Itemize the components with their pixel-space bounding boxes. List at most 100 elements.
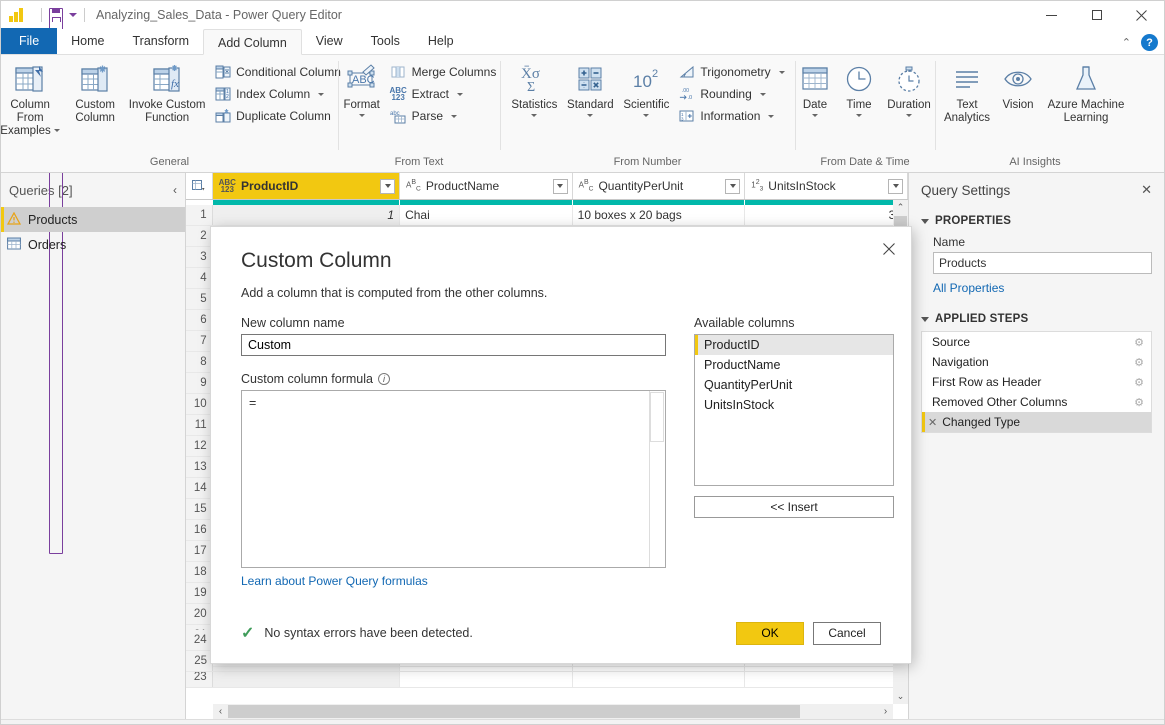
chevron-down-icon[interactable] xyxy=(451,115,457,118)
available-column-unitsinstock[interactable]: UnitsInStock xyxy=(695,395,893,415)
statistics-button[interactable]: X̄σΣ Statistics xyxy=(506,59,562,120)
chevron-down-icon[interactable] xyxy=(457,93,463,96)
format-button[interactable]: ABC Format xyxy=(338,59,386,120)
delete-step-icon[interactable]: ✕ xyxy=(928,416,937,429)
formula-scroll-thumb[interactable] xyxy=(650,392,664,442)
applied-step-changed-type[interactable]: ✕ Changed Type xyxy=(922,412,1151,432)
tab-view[interactable]: View xyxy=(302,28,357,54)
chevron-down-icon[interactable] xyxy=(779,71,785,74)
query-item-products[interactable]: Products xyxy=(1,207,185,232)
chevron-down-icon[interactable] xyxy=(531,114,537,117)
column-from-examples-button[interactable]: Column FromExamples xyxy=(0,59,66,141)
cell-productid[interactable]: 1 xyxy=(213,205,400,225)
duration-button[interactable]: Duration xyxy=(881,59,937,120)
chevron-down-icon[interactable] xyxy=(760,93,766,96)
chevron-down-icon[interactable] xyxy=(318,93,324,96)
horizontal-scroll-thumb[interactable] xyxy=(228,705,800,718)
date-button[interactable]: Date xyxy=(793,59,837,120)
tab-add-column[interactable]: Add Column xyxy=(203,29,302,55)
column-header-quantityperunit[interactable]: ABC QuantityPerUnit xyxy=(573,173,746,199)
azure-machine-learning-button[interactable]: Azure MachineLearning xyxy=(1042,59,1130,128)
close-settings-icon[interactable]: ✕ xyxy=(1141,182,1152,198)
duplicate-column-button[interactable]: Duplicate Column xyxy=(210,105,345,127)
chevron-down-icon[interactable] xyxy=(768,115,774,118)
tab-home[interactable]: Home xyxy=(57,28,118,54)
scroll-down-button[interactable]: ⌄ xyxy=(893,689,908,704)
cell-productname[interactable]: Chai xyxy=(400,205,573,225)
insert-button[interactable]: << Insert xyxy=(694,496,894,518)
standard-button[interactable]: Standard xyxy=(562,59,618,120)
chevron-down-icon[interactable] xyxy=(856,114,862,117)
select-all-corner-button[interactable] xyxy=(186,173,213,199)
filter-dropdown-button[interactable] xyxy=(725,179,740,194)
collapse-ribbon-icon[interactable]: ⌃ xyxy=(1122,36,1131,49)
query-item-orders[interactable]: Orders xyxy=(1,232,185,257)
custom-column-formula-input[interactable]: = xyxy=(241,390,666,568)
available-columns-list[interactable]: ProductID ProductName QuantityPerUnit Un… xyxy=(694,334,894,486)
help-icon[interactable]: ? xyxy=(1141,34,1158,51)
gear-icon[interactable]: ⚙ xyxy=(1134,356,1144,369)
available-column-productname[interactable]: ProductName xyxy=(695,355,893,375)
extract-button[interactable]: ABC123 Extract xyxy=(386,83,501,105)
time-button[interactable]: Time xyxy=(837,59,881,120)
filter-dropdown-button[interactable] xyxy=(553,179,568,194)
conditional-column-button[interactable]: Conditional Column xyxy=(210,61,345,83)
vision-button[interactable]: Vision xyxy=(994,59,1042,115)
maximize-button[interactable] xyxy=(1074,1,1119,29)
information-button[interactable]: 13 Information xyxy=(674,105,788,127)
cell-quantityperunit[interactable]: 10 boxes x 20 bags xyxy=(573,205,746,225)
filter-dropdown-button[interactable] xyxy=(888,179,903,194)
dialog-close-button[interactable] xyxy=(877,237,901,261)
query-name-input[interactable]: Products xyxy=(933,252,1152,274)
index-column-button[interactable]: 12 Index Column xyxy=(210,83,345,105)
available-column-productid[interactable]: ProductID xyxy=(695,335,893,355)
applied-steps-section-header[interactable]: APPLIED STEPS xyxy=(921,313,1152,325)
applied-step-source[interactable]: Source ⚙ xyxy=(922,332,1151,352)
scroll-left-button[interactable]: ‹ xyxy=(213,706,228,717)
custom-column-button[interactable]: CustomColumn xyxy=(66,59,124,128)
scroll-up-button[interactable]: ⌃ xyxy=(893,200,908,215)
collapse-queries-icon[interactable]: ‹ xyxy=(173,183,177,197)
applied-step-removed-other-columns[interactable]: Removed Other Columns ⚙ xyxy=(922,392,1151,412)
ok-button[interactable]: OK xyxy=(736,622,804,645)
chevron-down-icon[interactable] xyxy=(359,114,365,117)
minimize-button[interactable] xyxy=(1029,1,1074,29)
scroll-right-button[interactable]: › xyxy=(878,706,893,717)
tab-tools[interactable]: Tools xyxy=(357,28,414,54)
chevron-down-icon[interactable] xyxy=(812,114,818,117)
trigonometry-button[interactable]: Trigonometry xyxy=(674,61,788,83)
quick-access-dropdown-icon[interactable] xyxy=(69,13,77,17)
applied-step-first-row-as-header[interactable]: First Row as Header ⚙ xyxy=(922,372,1151,392)
chevron-down-icon[interactable] xyxy=(906,114,912,117)
save-icon[interactable] xyxy=(49,8,63,22)
chevron-down-icon[interactable] xyxy=(587,114,593,117)
table-row[interactable]: 1 1 Chai 10 boxes x 20 bags 39 xyxy=(186,205,908,226)
chevron-down-icon[interactable] xyxy=(643,114,649,117)
cell-unitsinstock[interactable]: 39 xyxy=(745,205,908,225)
text-analytics-button[interactable]: TextAnalytics xyxy=(940,59,994,128)
cancel-button[interactable]: Cancel xyxy=(813,622,881,645)
available-column-quantityperunit[interactable]: QuantityPerUnit xyxy=(695,375,893,395)
formula-scrollbar[interactable] xyxy=(649,391,665,567)
rounding-button[interactable]: .00.0 Rounding xyxy=(674,83,788,105)
parse-button[interactable]: abc Parse xyxy=(386,105,501,127)
new-column-name-input[interactable]: Custom xyxy=(241,334,666,356)
tab-file[interactable]: File xyxy=(1,28,57,54)
column-header-unitsinstock[interactable]: 123 UnitsInStock xyxy=(745,173,908,199)
learn-power-query-formulas-link[interactable]: Learn about Power Query formulas xyxy=(241,574,666,588)
gear-icon[interactable]: ⚙ xyxy=(1134,336,1144,349)
tab-help[interactable]: Help xyxy=(414,28,468,54)
merge-columns-button[interactable]: Merge Columns xyxy=(386,61,501,83)
scientific-button[interactable]: 102 Scientific xyxy=(618,59,674,120)
invoke-custom-function-button[interactable]: fx Invoke CustomFunction xyxy=(124,59,210,128)
column-header-productid[interactable]: ABC123 ProductID xyxy=(213,173,400,199)
properties-section-header[interactable]: PROPERTIES xyxy=(921,215,1152,227)
gear-icon[interactable]: ⚙ xyxy=(1134,376,1144,389)
horizontal-scroll-track[interactable] xyxy=(228,705,878,718)
column-header-productname[interactable]: ABC ProductName xyxy=(400,173,573,199)
gear-icon[interactable]: ⚙ xyxy=(1134,396,1144,409)
info-icon[interactable]: i xyxy=(378,373,390,385)
filter-dropdown-button[interactable] xyxy=(380,179,395,194)
close-button[interactable] xyxy=(1119,1,1164,29)
all-properties-link[interactable]: All Properties xyxy=(933,281,1152,295)
